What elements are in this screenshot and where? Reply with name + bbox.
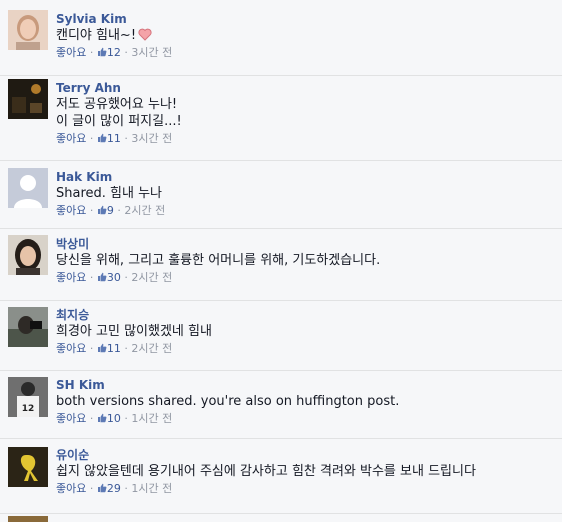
comment-meta: 좋아요 · 11 · 2시간 전 [56, 342, 173, 355]
commenter-name[interactable]: 최지승 [56, 307, 554, 323]
commenter-name[interactable]: 유이순 [56, 447, 554, 463]
avatar[interactable] [8, 79, 48, 119]
timestamp[interactable]: 3시간 전 [131, 46, 172, 59]
like-count[interactable]: 11 [107, 342, 121, 355]
comment-text: 캔디야 힘내~! [56, 27, 554, 44]
like-count[interactable]: 10 [107, 412, 121, 425]
timestamp[interactable]: 2시간 전 [131, 342, 172, 355]
comment-meta: 좋아요 · 10 · 1시간 전 [56, 412, 173, 425]
like-button[interactable]: 좋아요 [56, 342, 86, 355]
avatar[interactable] [8, 168, 48, 208]
thumbs-up-icon [97, 413, 107, 423]
comment-text: both versions shared. you're also on huf… [56, 394, 400, 409]
comment: 박상미 당신을 위해, 그리고 훌륭한 어머니를 위해, 기도하겠습니다. 좋아… [0, 229, 562, 301]
comment-meta: 좋아요 · 30 · 2시간 전 [56, 271, 173, 284]
comment-text: 저도 공유했어요 누나! 이 글이 많이 퍼지길...! [56, 97, 182, 129]
thumbs-up-icon [97, 133, 107, 143]
like-button[interactable]: 좋아요 [56, 271, 86, 284]
commenter-name[interactable]: SH Kim [56, 377, 554, 393]
comment: Terry Ahn 저도 공유했어요 누나! 이 글이 많이 퍼지길...! 좋… [0, 76, 562, 161]
like-count[interactable]: 9 [107, 204, 114, 217]
comment: 12 SH Kim both versions shared. you're a… [0, 371, 562, 439]
comment-meta: 좋아요 · 12 · 3시간 전 [56, 46, 173, 59]
timestamp[interactable]: 3시간 전 [131, 132, 172, 145]
avatar[interactable] [8, 516, 48, 522]
comment-meta: 좋아요 · 29 · 1시간 전 [56, 482, 173, 495]
comment-text: 당신을 위해, 그리고 훌륭한 어머니를 위해, 기도하겠습니다. [56, 253, 381, 268]
like-button[interactable]: 좋아요 [56, 132, 86, 145]
svg-text:12: 12 [22, 404, 35, 414]
like-button[interactable]: 좋아요 [56, 482, 86, 495]
comment-meta: 좋아요 · 11 · 3시간 전 [56, 132, 173, 145]
comment: Hak Kim Shared. 힘내 누나 좋아요 · 9 · 2시간 전 [0, 161, 562, 229]
like-count[interactable]: 11 [107, 132, 121, 145]
comment-text: 희경아 고민 많이했겠네 힘내 [56, 324, 212, 339]
avatar[interactable] [8, 447, 48, 487]
commenter-name[interactable]: Terry Ahn [56, 80, 554, 96]
like-count[interactable]: 30 [107, 271, 121, 284]
commenter-name[interactable]: Sylvia Kim [56, 11, 554, 27]
comment-meta: 좋아요 · 9 · 2시간 전 [56, 204, 166, 217]
like-button[interactable]: 좋아요 [56, 204, 86, 217]
timestamp[interactable]: 1시간 전 [131, 412, 172, 425]
comment-text: Shared. 힘내 누나 [56, 186, 163, 201]
avatar[interactable] [8, 10, 48, 50]
avatar[interactable] [8, 235, 48, 275]
timestamp[interactable]: 2시간 전 [124, 204, 165, 217]
comment: 유이순 쉽지 않았을텐데 용기내어 주심에 감사하고 힘찬 격려와 박수를 보내… [0, 439, 562, 514]
timestamp[interactable]: 2시간 전 [131, 271, 172, 284]
comment-text: 쉽지 않았을텐데 용기내어 주심에 감사하고 힘찬 격려와 박수를 보내 드립니… [56, 464, 476, 479]
commenter-name[interactable]: Hak Kim [56, 169, 554, 185]
thumbs-up-icon [97, 272, 107, 282]
avatar[interactable] [8, 307, 48, 347]
thumbs-up-icon [97, 205, 107, 215]
heart-icon [138, 28, 152, 41]
thumbs-up-icon [97, 483, 107, 493]
avatar[interactable]: 12 [8, 377, 48, 417]
thumbs-up-icon [97, 343, 107, 353]
thumbs-up-icon [97, 47, 107, 57]
like-count[interactable]: 12 [107, 46, 121, 59]
comment-list: Sylvia Kim 캔디야 힘내~! 좋아요 · 12 · 3시간 전 Ter… [0, 0, 562, 522]
comment: Sylvia Kim 캔디야 힘내~! 좋아요 · 12 · 3시간 전 [0, 0, 562, 76]
comment: 최지승 희경아 고민 많이했겠네 힘내 좋아요 · 11 · 2시간 전 [0, 301, 562, 371]
like-count[interactable]: 29 [107, 482, 121, 495]
commenter-name[interactable]: 박상미 [56, 236, 554, 252]
like-button[interactable]: 좋아요 [56, 412, 86, 425]
timestamp[interactable]: 1시간 전 [131, 482, 172, 495]
like-button[interactable]: 좋아요 [56, 46, 86, 59]
